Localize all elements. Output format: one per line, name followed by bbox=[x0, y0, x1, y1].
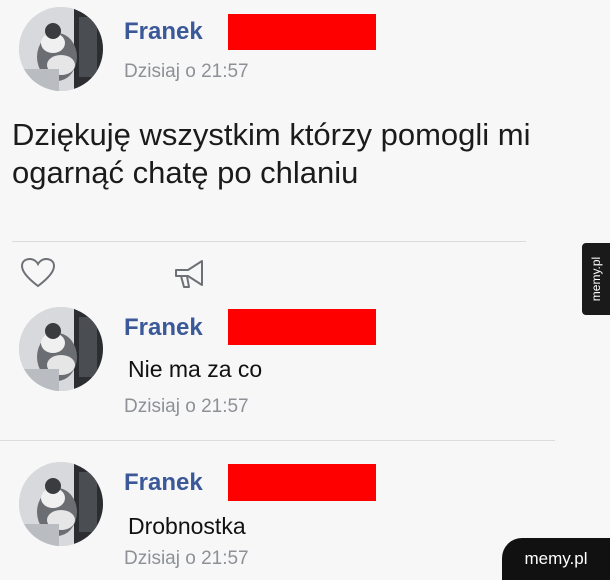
comment-avatar[interactable] bbox=[19, 462, 103, 546]
post-avatar[interactable] bbox=[19, 7, 103, 91]
post-divider bbox=[12, 241, 526, 242]
redaction-bar bbox=[228, 309, 376, 345]
watermark-side-text: memy.pl bbox=[589, 256, 603, 302]
comment-author-name[interactable]: Franek bbox=[124, 314, 203, 342]
comment-avatar[interactable] bbox=[19, 307, 103, 391]
post-text: Dziękuję wszystkim którzy pomogli mi oga… bbox=[12, 117, 531, 190]
comment-text: Nie ma za co bbox=[128, 356, 263, 382]
post-author-name[interactable]: Franek bbox=[124, 18, 203, 46]
comment-timestamp[interactable]: Dzisiaj o 21:57 bbox=[124, 396, 249, 418]
comment-text: Drobnostka bbox=[128, 513, 246, 539]
comment-timestamp[interactable]: Dzisiaj o 21:57 bbox=[124, 548, 249, 570]
comment-author-name[interactable]: Franek bbox=[124, 469, 203, 497]
megaphone-icon[interactable] bbox=[170, 257, 210, 291]
comment-divider bbox=[0, 440, 555, 441]
watermark-side: memy.pl bbox=[582, 243, 610, 315]
heart-icon[interactable] bbox=[20, 257, 56, 289]
redaction-bar bbox=[228, 14, 376, 50]
watermark-corner-text: memy.pl bbox=[524, 549, 588, 568]
watermark-corner: memy.pl bbox=[502, 538, 610, 580]
post-timestamp[interactable]: Dzisiaj o 21:57 bbox=[124, 61, 249, 83]
redaction-bar bbox=[228, 464, 376, 501]
